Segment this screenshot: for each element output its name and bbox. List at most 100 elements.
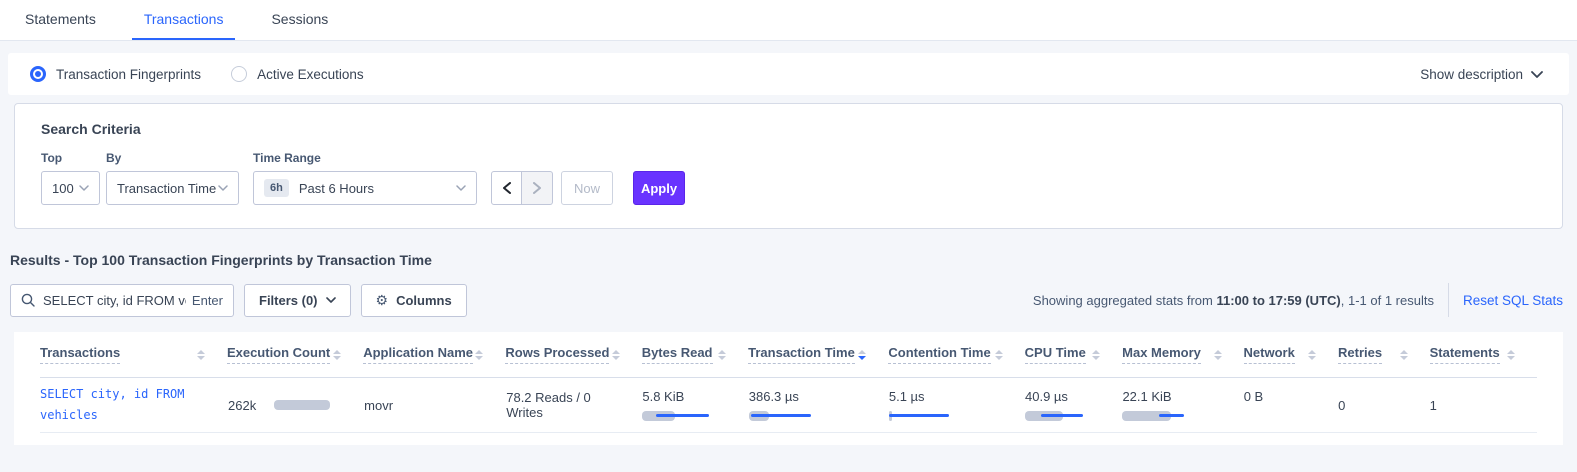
sort-icon xyxy=(1400,350,1408,360)
search-enter-button[interactable]: Enter xyxy=(192,293,223,308)
tab-sessions[interactable]: Sessions xyxy=(259,0,340,40)
divider xyxy=(1448,283,1449,317)
tab-transactions[interactable]: Transactions xyxy=(132,0,236,40)
column-header-rows-processed[interactable]: Rows Processed xyxy=(505,345,641,364)
apply-button[interactable]: Apply xyxy=(633,171,685,205)
sort-icon xyxy=(1092,350,1100,360)
transactions-table: TransactionsExecution Count Application N… xyxy=(14,332,1563,445)
cell-value: 78.2 Reads / 0 Writes xyxy=(506,390,591,420)
search-criteria-card: Search Criteria Top 100 By Transaction T… xyxy=(14,103,1563,229)
columns-button[interactable]: ⚙ Columns xyxy=(361,284,467,317)
table-cell-retries: 0 xyxy=(1338,398,1429,413)
results-heading: Results - Top 100 Transaction Fingerprin… xyxy=(10,252,1577,268)
top-select-value: 100 xyxy=(52,181,74,196)
table-cell-max-memory: 22.1 KiB xyxy=(1122,389,1243,421)
column-header-transaction-time[interactable]: Transaction Time xyxy=(748,345,888,364)
table-cell-statements: 1 xyxy=(1430,398,1537,413)
column-label: Rows Processed xyxy=(505,345,609,364)
stat-bar xyxy=(1025,411,1091,421)
chevron-right-icon xyxy=(533,182,541,194)
radio-transaction-fingerprints[interactable]: Transaction Fingerprints xyxy=(30,66,201,82)
transaction-fingerprint-link[interactable]: SELECT city, id FROM vehicles xyxy=(40,384,210,426)
column-header-max-memory[interactable]: Max Memory xyxy=(1122,345,1243,364)
radio-unselected-icon xyxy=(231,66,247,82)
view-toggle-strip: Transaction Fingerprints Active Executio… xyxy=(8,53,1569,95)
radio-label: Transaction Fingerprints xyxy=(56,67,201,82)
chevron-down-icon xyxy=(456,185,466,191)
cell-value: 1 xyxy=(1430,398,1437,413)
column-header-retries[interactable]: Retries xyxy=(1338,345,1430,364)
tab-bar: Statements Transactions Sessions xyxy=(0,0,1577,41)
cell-value: 262k xyxy=(228,398,256,413)
sort-icon xyxy=(718,350,726,360)
column-label: Statements xyxy=(1430,345,1500,364)
search-input[interactable]: SELECT city, id FROM vehicles W Enter xyxy=(10,284,234,317)
column-header-bytes-read[interactable]: Bytes Read xyxy=(642,345,748,364)
sort-icon xyxy=(995,350,1003,360)
stat-bar xyxy=(749,411,815,421)
table-cell-cpu-time: 40.9 µs xyxy=(1025,389,1122,421)
cell-value: movr xyxy=(364,398,393,413)
by-select[interactable]: Transaction Time xyxy=(106,171,239,205)
cell-value: 0 B xyxy=(1244,389,1316,405)
column-header-execution-count[interactable]: Execution Count xyxy=(227,345,363,364)
column-header-cpu-time[interactable]: CPU Time xyxy=(1025,345,1123,364)
table-cell-network: 0 B xyxy=(1244,389,1338,421)
column-label: Network xyxy=(1244,345,1295,364)
sort-icon xyxy=(475,350,483,360)
column-header-contention-time[interactable]: Contention Time xyxy=(888,345,1024,364)
chevron-down-icon xyxy=(1531,71,1543,78)
column-header-network[interactable]: Network xyxy=(1244,345,1339,364)
chevron-down-icon xyxy=(326,297,336,303)
column-header-application-name[interactable]: Application Name xyxy=(363,345,505,364)
top-label: Top xyxy=(41,151,100,165)
stat-bar xyxy=(889,411,955,421)
table-cell-application-name: movr xyxy=(364,398,506,413)
time-range-select[interactable]: 6h Past 6 Hours xyxy=(253,171,477,205)
radio-label: Active Executions xyxy=(257,67,364,82)
sort-icon xyxy=(1214,350,1222,360)
now-button[interactable]: Now xyxy=(561,171,613,205)
by-select-value: Transaction Time xyxy=(117,181,216,196)
time-range-label: Time Range xyxy=(253,151,477,165)
column-label: CPU Time xyxy=(1025,345,1086,364)
table-cell-transaction-time: 386.3 µs xyxy=(749,389,889,421)
time-range-badge: 6h xyxy=(264,179,289,197)
table-cell-contention-time: 5.1 µs xyxy=(889,389,1025,421)
cell-value: 0 xyxy=(1338,398,1345,413)
column-label: Max Memory xyxy=(1122,345,1201,364)
sort-icon xyxy=(197,350,205,360)
cell-value: 386.3 µs xyxy=(749,389,867,405)
column-label: Contention Time xyxy=(888,345,990,364)
sort-icon xyxy=(333,350,341,360)
cell-value: 40.9 µs xyxy=(1025,389,1100,405)
time-range-next-button[interactable] xyxy=(522,171,553,205)
filters-button[interactable]: Filters (0) xyxy=(244,284,351,317)
column-header-transactions[interactable]: Transactions xyxy=(40,345,227,364)
showing-stats-text: Showing aggregated stats from 11:00 to 1… xyxy=(1033,293,1434,308)
execution-count-bar xyxy=(274,400,330,410)
search-icon xyxy=(21,293,35,307)
time-range-arrows xyxy=(491,171,553,205)
results-controls-row: SELECT city, id FROM vehicles W Enter Fi… xyxy=(10,283,1567,317)
by-label: By xyxy=(106,151,239,165)
column-header-statements[interactable]: Statements xyxy=(1430,345,1537,364)
stat-bar xyxy=(1122,411,1188,421)
show-description-label: Show description xyxy=(1420,67,1523,82)
stat-bar xyxy=(642,411,708,421)
gear-icon: ⚙ xyxy=(376,292,389,309)
top-select[interactable]: 100 xyxy=(41,171,100,205)
radio-active-executions[interactable]: Active Executions xyxy=(231,66,364,82)
time-range-value: Past 6 Hours xyxy=(299,181,374,196)
table-row: SELECT city, id FROM vehicles 262k movr 78.… xyxy=(40,378,1537,433)
sort-icon xyxy=(858,350,866,360)
table-cell-transactions: SELECT city, id FROM vehicles xyxy=(40,384,228,426)
sort-icon xyxy=(1308,350,1316,360)
time-range-prev-button[interactable] xyxy=(491,171,522,205)
tab-statements[interactable]: Statements xyxy=(13,0,108,40)
column-label: Execution Count xyxy=(227,345,330,364)
cell-value: 22.1 KiB xyxy=(1122,389,1221,405)
reset-sql-stats-link[interactable]: Reset SQL Stats xyxy=(1463,293,1563,308)
table-cell-execution-count: 262k xyxy=(228,398,364,413)
show-description-toggle[interactable]: Show description xyxy=(1420,67,1543,82)
